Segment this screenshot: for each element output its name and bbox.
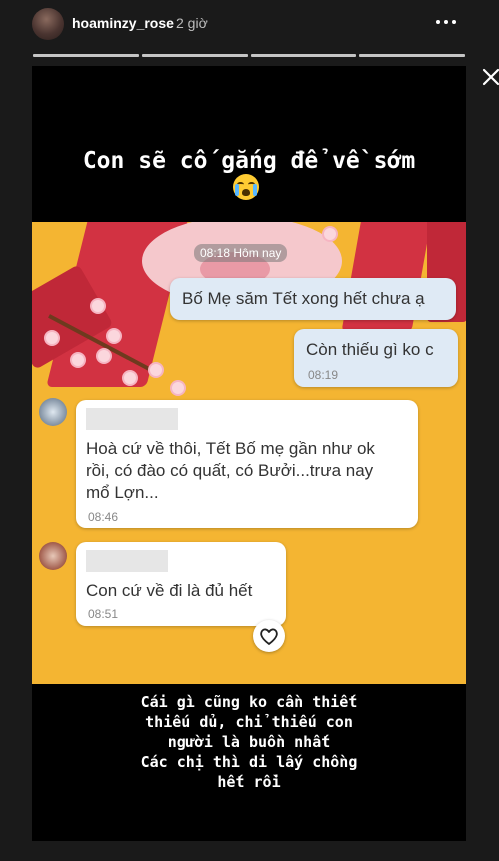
- message-bubble-out: Còn thiếu gì ko c 08:19: [294, 329, 458, 387]
- sender-avatar: [39, 398, 67, 426]
- more-horizontal-icon[interactable]: [434, 10, 458, 34]
- heart-outline-icon[interactable]: [253, 620, 285, 652]
- date-label: 08:18 Hôm nay: [194, 244, 288, 262]
- story-header: hoaminzy_rose 2 giờ: [0, 0, 499, 50]
- blossom: [46, 332, 58, 344]
- message-time: 08:46: [88, 510, 119, 524]
- caption-line: Cái gì cũng ko cần thiết: [140, 693, 358, 711]
- blossom: [124, 372, 136, 384]
- username[interactable]: hoaminzy_rose: [72, 15, 174, 31]
- avatar[interactable]: [32, 8, 64, 40]
- sender-name-blurred: [86, 408, 178, 430]
- caption-line: thiếu dủ, chỉ thiếu con: [145, 713, 353, 731]
- sender-avatar: [39, 542, 67, 570]
- message-text: Còn thiếu gì ko c: [306, 340, 434, 359]
- message-text: Con cứ về đi là đủ hết: [86, 581, 253, 600]
- blossom: [72, 354, 84, 366]
- caption-bottom: Cái gì cũng ko cần thiết thiếu dủ, chỉ t…: [32, 692, 466, 792]
- blossom: [172, 382, 184, 394]
- progress-segment: [250, 54, 357, 57]
- message-time: 08:51: [88, 607, 119, 621]
- message-line: rồi, có đào có quất, có Bưởi...trưa nay: [86, 461, 374, 480]
- message-text: Bố Mẹ săm Tết xong hết chưa ạ: [182, 289, 425, 308]
- message-bubble-out: Bố Mẹ săm Tết xong hết chưa ạ: [170, 278, 456, 320]
- progress-segment: [359, 54, 465, 57]
- caption-line: hết rồi: [217, 773, 281, 791]
- blossom: [150, 364, 162, 376]
- progress-segment: [141, 54, 248, 57]
- chat-screenshot: 08:18 Hôm nay Bố Mẹ săm Tết xong hết chư…: [32, 222, 466, 684]
- message-bubble-in: Con cứ về đi là đủ hết 08:51: [76, 542, 286, 626]
- blossom: [92, 300, 104, 312]
- sender-name-blurred: [86, 550, 168, 572]
- blossom: [324, 228, 336, 240]
- story-frame[interactable]: Con sẽ cố gắng để về sớm 08:18 Hôm nay B…: [32, 66, 466, 841]
- message-line: Hoà cứ về thôi, Tết Bố mẹ gần như ok: [86, 439, 375, 458]
- post-time: 2 giờ: [176, 15, 208, 31]
- story-progress: [33, 54, 465, 57]
- caption-top: Con sẽ cố gắng để về sớm: [82, 148, 416, 174]
- caption-line: Các chị thì di lấy chồng: [140, 753, 358, 771]
- message-time: 08:19: [308, 368, 339, 382]
- message-line: mổ Lợn...: [86, 483, 159, 502]
- caption-line: người là buồn nhất: [167, 733, 331, 751]
- blossom: [108, 330, 120, 342]
- crying-emoji-icon: [233, 174, 259, 200]
- blossom: [98, 350, 110, 362]
- progress-segment: [33, 54, 139, 57]
- message-bubble-in: Hoà cứ về thôi, Tết Bố mẹ gần như ok rồi…: [76, 400, 418, 528]
- close-icon[interactable]: [480, 66, 499, 88]
